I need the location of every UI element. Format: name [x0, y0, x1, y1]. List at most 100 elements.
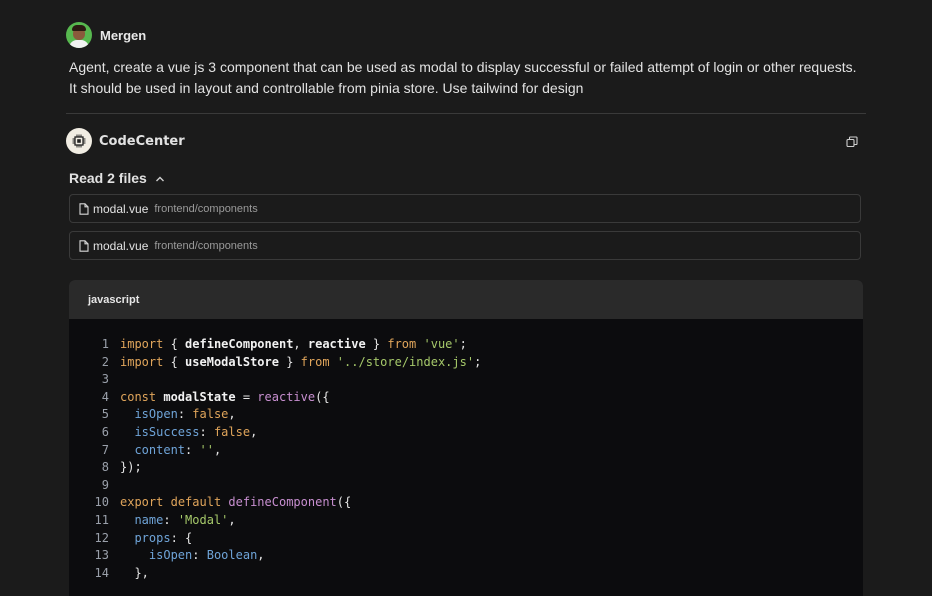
- code-token: content: [134, 442, 186, 457]
- code-token: }: [365, 337, 388, 351]
- code-token: 'vue': [423, 337, 460, 351]
- code-token: const: [120, 389, 157, 404]
- code-token: import: [120, 337, 164, 351]
- agent-avatar: [66, 128, 92, 154]
- line-number: 11: [94, 512, 109, 527]
- code-text: const modalState = reactive({: [120, 389, 330, 407]
- code-text: props: {: [120, 530, 192, 548]
- line-number: 2: [101, 354, 109, 369]
- code-token: =: [235, 389, 258, 404]
- code-text: import { defineComponent, reactive } fro…: [120, 336, 467, 354]
- code-token: '../store/index.js': [336, 354, 475, 369]
- code-line: 9: [69, 477, 863, 495]
- file-path: frontend/components: [154, 239, 258, 252]
- code-token: from: [387, 337, 417, 351]
- code-token: useModalStore: [185, 354, 279, 369]
- file-name: modal.vue: [93, 238, 149, 253]
- code-token: modalState: [163, 389, 236, 404]
- line-number: 12: [94, 530, 109, 545]
- copy-icon: [846, 136, 858, 148]
- code-text: });: [120, 459, 142, 477]
- code-token: false: [192, 407, 229, 422]
- code-text: isOpen: false,: [120, 406, 236, 424]
- file-icon: [79, 239, 89, 252]
- code-token: ,: [250, 424, 258, 439]
- code-text: },: [120, 565, 148, 583]
- file-name: modal.vue: [93, 201, 149, 216]
- chevron-up-icon: [155, 170, 165, 186]
- message-divider: [66, 113, 866, 114]
- file-item[interactable]: modal.vue frontend/components: [69, 231, 861, 260]
- code-token: Boolean: [206, 548, 258, 563]
- code-line: 3: [69, 371, 863, 389]
- code-line: 12 props: {: [69, 530, 863, 548]
- code-token: defineComponent: [185, 337, 294, 351]
- file-icon: [79, 202, 89, 215]
- code-line: 14 },: [69, 565, 863, 583]
- code-token: :: [177, 407, 193, 422]
- file-path: frontend/components: [154, 202, 258, 215]
- read-files-label: Read 2 files: [69, 170, 147, 186]
- user-avatar: [66, 22, 92, 48]
- user-message-header: Mergen: [66, 22, 866, 48]
- code-token: ({: [336, 495, 352, 510]
- code-token: ({: [315, 389, 330, 404]
- line-number: 8: [101, 460, 109, 475]
- chip-icon: [72, 134, 86, 148]
- read-files-toggle[interactable]: Read 2 files: [69, 170, 866, 186]
- code-token: '': [199, 442, 214, 457]
- code-token: :: [192, 548, 207, 563]
- code-token: export: [120, 495, 164, 510]
- file-item[interactable]: modal.vue frontend/components: [69, 194, 861, 223]
- line-number: 14: [94, 565, 109, 580]
- code-line: 11 name: 'Modal',: [69, 512, 863, 530]
- code-line: 2 import { useModalStore } from '../store…: [69, 354, 863, 372]
- code-token: {: [163, 354, 186, 369]
- code-token: :: [163, 512, 178, 527]
- code-token: from: [300, 354, 330, 369]
- code-token: import: [120, 354, 164, 369]
- code-body[interactable]: 1 import { defineComponent, reactive } fr…: [69, 319, 863, 596]
- user-message-text: Agent, create a vue js 3 component that …: [69, 57, 866, 99]
- agent-message-header: CodeCenter: [66, 127, 866, 155]
- code-line: 7 content: '',: [69, 442, 863, 460]
- code-token: 'Modal': [177, 512, 229, 527]
- code-token: ,: [293, 337, 308, 351]
- code-line: 10 export default defineComponent({: [69, 494, 863, 512]
- code-text: content: '',: [120, 442, 221, 460]
- code-line: 13 isOpen: Boolean,: [69, 547, 863, 565]
- code-token: name: [134, 512, 164, 527]
- line-number: 5: [101, 407, 109, 422]
- code-token: : {: [170, 530, 193, 545]
- code-token: {: [163, 337, 186, 351]
- code-token: defineComponent: [228, 495, 337, 510]
- code-text: import { useModalStore } from '../store/…: [120, 354, 481, 372]
- code-line: 6 isSuccess: false,: [69, 424, 863, 442]
- code-token: });: [120, 460, 142, 475]
- code-token: isOpen: [148, 548, 193, 563]
- code-token: ,: [213, 442, 222, 457]
- code-line: 5 isOpen: false,: [69, 406, 863, 424]
- code-token: ;: [459, 337, 467, 351]
- user-name: Mergen: [100, 27, 147, 43]
- code-token: }: [278, 354, 301, 369]
- code-token: ,: [228, 407, 236, 422]
- line-number: 13: [94, 548, 109, 563]
- code-block[interactable]: javascript 1 import { defineComponent, re…: [69, 280, 863, 596]
- code-line: 8});: [69, 459, 863, 477]
- code-token: false: [213, 424, 251, 439]
- copy-button[interactable]: [846, 135, 858, 148]
- code-line: 1 import { defineComponent, reactive } fr…: [69, 336, 863, 354]
- code-text: export default defineComponent({: [120, 494, 351, 512]
- code-token: isSuccess: [134, 424, 200, 439]
- code-text: name: 'Modal',: [120, 512, 235, 530]
- chat-thread: Mergen Agent, create a vue js 3 componen…: [66, 22, 866, 596]
- code-line: 4 const modalState = reactive({: [69, 389, 863, 407]
